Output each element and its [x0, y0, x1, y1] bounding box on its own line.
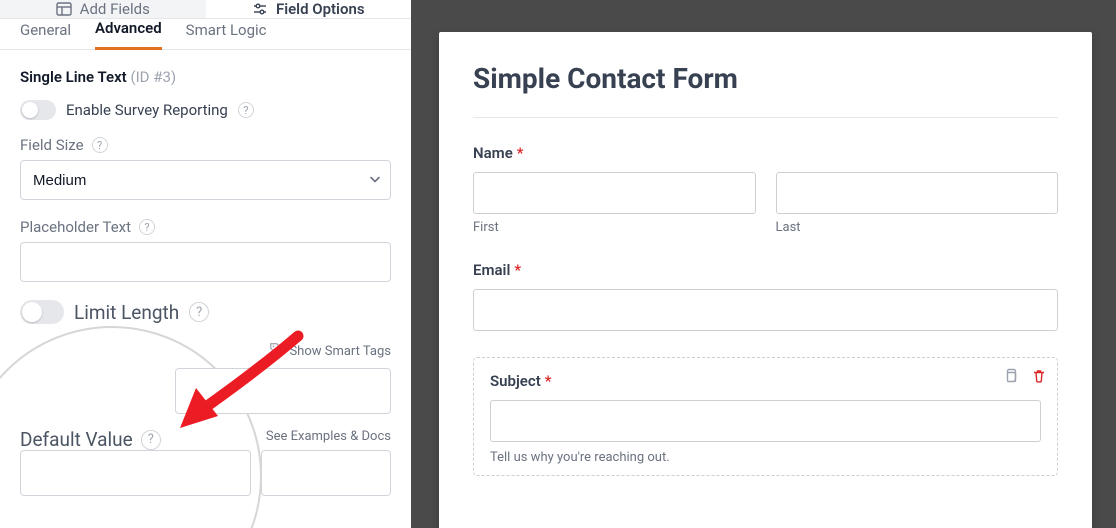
- email-input[interactable]: [473, 289, 1058, 331]
- last-name-input[interactable]: [776, 172, 1059, 214]
- field-size-select[interactable]: [20, 160, 391, 200]
- smart-tags-input[interactable]: [175, 368, 391, 414]
- form-preview: Simple Contact Form Name* First Last Ema…: [439, 32, 1092, 528]
- subtab-advanced[interactable]: Advanced: [95, 19, 162, 50]
- subject-label: Subject*: [490, 372, 1041, 390]
- survey-row: Enable Survey Reporting ?: [20, 100, 391, 120]
- subtab-smart-logic[interactable]: Smart Logic: [186, 21, 267, 49]
- email-label: Email*: [473, 261, 1058, 279]
- last-name-sublabel: Last: [776, 220, 1059, 235]
- tab-field-options-label: Field Options: [276, 0, 365, 18]
- tab-add-fields[interactable]: Add Fields: [0, 0, 206, 18]
- form-title: Simple Contact Form: [473, 62, 1058, 118]
- tab-field-options[interactable]: Field Options: [206, 0, 412, 18]
- subject-hint: Tell us why you're reaching out.: [490, 450, 1041, 465]
- docs-link-label: See Examples & Docs: [266, 429, 391, 444]
- field-action-icons: [1003, 368, 1047, 388]
- required-asterisk: *: [545, 372, 552, 390]
- field-id-label: (ID #3): [130, 68, 176, 86]
- first-name-sublabel: First: [473, 220, 756, 235]
- default-value-aux-input[interactable]: [261, 450, 391, 496]
- limit-length-row: Limit Length ?: [20, 300, 391, 324]
- preview-canvas: Simple Contact Form Name* First Last Ema…: [411, 0, 1116, 528]
- field-type-label: Single Line Text: [20, 68, 127, 86]
- limit-length-toggle[interactable]: [20, 300, 64, 324]
- field-header: Single Line Text (ID #3): [20, 68, 391, 86]
- layout-icon: [56, 1, 72, 17]
- help-icon[interactable]: ?: [189, 302, 209, 322]
- default-value-input[interactable]: [20, 450, 251, 496]
- form-field-subject-selected[interactable]: Subject* Tell us why you're reaching out…: [473, 357, 1058, 476]
- help-icon[interactable]: ?: [238, 102, 254, 118]
- help-icon[interactable]: ?: [92, 137, 108, 153]
- subject-input[interactable]: [490, 400, 1041, 442]
- required-asterisk: *: [517, 144, 524, 162]
- first-name-input[interactable]: [473, 172, 756, 214]
- tag-icon: [269, 342, 283, 360]
- field-size-select-wrap: [20, 160, 391, 200]
- sliders-icon: [252, 1, 268, 17]
- smart-tags-link[interactable]: Show Smart Tags: [20, 326, 391, 360]
- survey-toggle[interactable]: [20, 100, 56, 120]
- field-size-label: Field Size ?: [20, 136, 391, 154]
- smart-tags-label: Show Smart Tags: [289, 344, 391, 359]
- sidebar-panel: Add Fields Field Options General Advance…: [0, 0, 411, 528]
- placeholder-input[interactable]: [20, 242, 391, 282]
- panel-body: Single Line Text (ID #3) Enable Survey R…: [0, 50, 411, 528]
- limit-length-label: Limit Length: [74, 301, 179, 324]
- subtab-general[interactable]: General: [20, 21, 71, 49]
- sub-tabs: General Advanced Smart Logic: [0, 19, 411, 50]
- required-asterisk: *: [514, 261, 521, 279]
- form-field-name: Name* First Last: [473, 144, 1058, 235]
- survey-label: Enable Survey Reporting: [66, 101, 228, 119]
- magnified-region: Limit Length ? Show Smart Tags Default V…: [20, 300, 391, 496]
- form-field-email: Email*: [473, 261, 1058, 331]
- help-icon[interactable]: ?: [141, 430, 161, 450]
- delete-icon[interactable]: [1031, 368, 1047, 388]
- tab-add-fields-label: Add Fields: [80, 0, 150, 18]
- top-tabs: Add Fields Field Options: [0, 0, 411, 19]
- placeholder-label: Placeholder Text ?: [20, 218, 391, 236]
- help-icon[interactable]: ?: [139, 219, 155, 235]
- duplicate-icon[interactable]: [1003, 368, 1019, 388]
- name-label: Name*: [473, 144, 1058, 162]
